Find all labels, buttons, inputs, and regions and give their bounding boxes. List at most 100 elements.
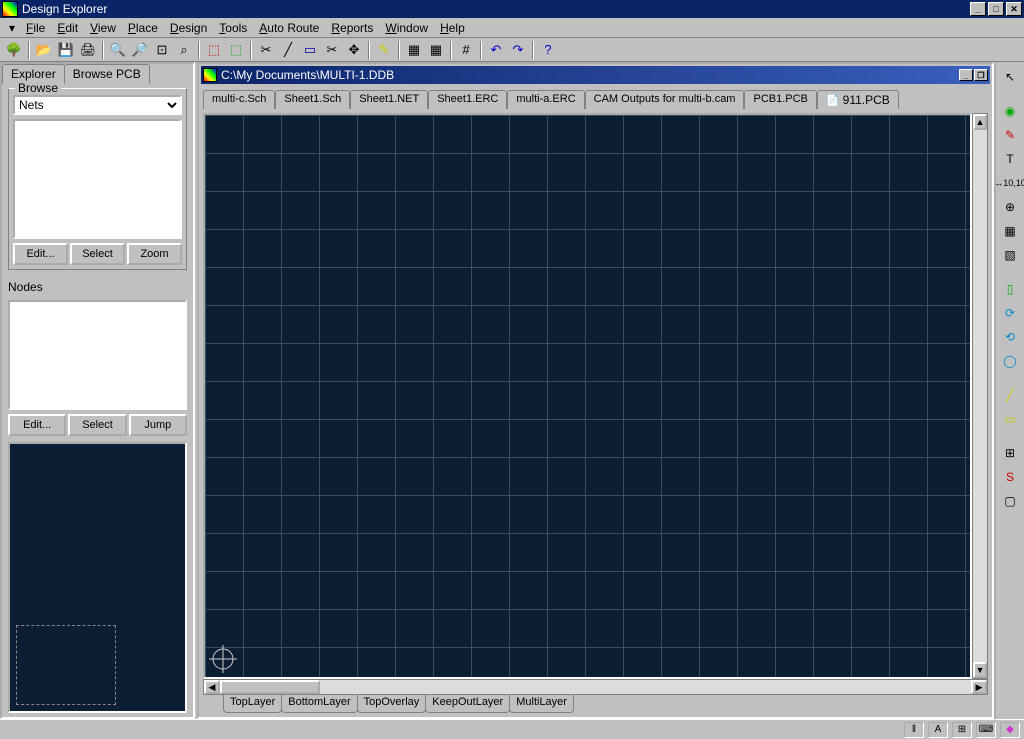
tab-sheet1-net[interactable]: Sheet1.NET [350,90,428,109]
redo-icon[interactable]: ↷ [508,40,528,60]
rect-tool-icon[interactable]: ▭ [998,408,1022,430]
via-tool-icon[interactable]: ◉ [998,100,1022,122]
cut2-icon[interactable]: ✂ [322,40,342,60]
status-cell-3[interactable]: ⊞ [952,722,972,738]
help-icon[interactable]: ? [538,40,558,60]
maximize-button[interactable]: □ [988,2,1004,16]
save-icon[interactable]: 💾 [56,40,76,60]
document-title: C:\My Documents\MULTI-1.DDB [221,68,958,82]
arc-ccw-tool-icon[interactable]: ⟲ [998,326,1022,348]
text-tool-icon[interactable]: T [998,148,1022,170]
menu-autoroute[interactable]: Auto Route [253,19,325,37]
zoom-select-icon[interactable]: ⌕ [174,40,194,60]
browse-list[interactable] [13,119,182,239]
tab-sheet1-erc[interactable]: Sheet1.ERC [428,90,507,109]
nodes-jump-button[interactable]: Jump [129,414,187,436]
menu-file[interactable]: File [20,19,51,37]
zoom-in-icon[interactable]: 🔍 [108,40,128,60]
rect-icon[interactable]: ▭ [300,40,320,60]
layers2-icon[interactable]: ▦ [426,40,446,60]
arc-cw-tool-icon[interactable]: ⟳ [998,302,1022,324]
minimize-button[interactable]: _ [970,2,986,16]
tab-sheet1-sch[interactable]: Sheet1.Sch [275,90,350,109]
pcb-canvas[interactable] [203,113,972,679]
move-icon[interactable]: ✥ [344,40,364,60]
status-cell-2[interactable]: A [928,722,948,738]
polygon-tool-icon[interactable]: ▦ [998,220,1022,242]
room-tool-icon[interactable]: ▢ [998,490,1022,512]
layers1-icon[interactable]: ▦ [404,40,424,60]
status-cell-5[interactable]: ◆ [1000,722,1020,738]
nodes-list[interactable] [8,300,187,410]
zoom-button[interactable]: Zoom [127,243,182,265]
scroll-right-icon[interactable]: ▶ [971,680,987,694]
close-button[interactable]: ✕ [1006,2,1022,16]
highlight-icon[interactable]: ✎ [374,40,394,60]
array-tool-icon[interactable]: ⊞ [998,442,1022,464]
menu-help[interactable]: Help [434,19,471,37]
menu-reports[interactable]: Reports [325,19,379,37]
tab-browse-pcb[interactable]: Browse PCB [64,64,150,84]
hscroll-thumb[interactable] [220,680,320,694]
layer-topoverlay[interactable]: TopOverlay [357,695,427,713]
deselect-icon[interactable]: ⬚ [226,40,246,60]
layer-top[interactable]: TopLayer [223,695,282,713]
document-titlebar: C:\My Documents\MULTI-1.DDB _ ❐ [201,66,990,84]
doc-restore-button[interactable]: ❐ [974,69,988,81]
fill-tool-icon[interactable]: ▧ [998,244,1022,266]
menu-design[interactable]: Design [164,19,213,37]
print-icon[interactable]: 🖨 [78,40,98,60]
status-cell-1[interactable]: ‖ [904,722,924,738]
nodes-select-button[interactable]: Select [68,414,126,436]
zoom-fit-icon[interactable]: ⊡ [152,40,172,60]
origin-marker [209,645,237,673]
select-button[interactable]: Select [70,243,125,265]
nodes-edit-button[interactable]: Edit... [8,414,66,436]
grid-icon[interactable]: # [456,40,476,60]
doc-minimize-button[interactable]: _ [959,69,973,81]
pad-tool-icon[interactable]: ⊕ [998,196,1022,218]
status-cell-4[interactable]: ⌨ [976,722,996,738]
scroll-up-icon[interactable]: ▲ [973,114,987,130]
tab-cam-outputs[interactable]: CAM Outputs for multi-b.cam [585,90,745,109]
select-icon[interactable]: ⬚ [204,40,224,60]
tab-911-pcb[interactable]: 📄 911.PCB [817,90,899,109]
browse-group-title: Browse [15,81,61,95]
layer-tabs: TopLayer BottomLayer TopOverlay KeepOutL… [203,695,988,713]
tree-icon[interactable]: 🌳 [4,40,24,60]
menubar: ▾ File Edit View Place Design Tools Auto… [0,18,1024,38]
line-icon[interactable]: ╱ [278,40,298,60]
menu-dropdown-icon[interactable]: ▾ [4,21,20,35]
cut-icon[interactable]: ✂ [256,40,276,60]
menu-place[interactable]: Place [122,19,164,37]
circle-tool-icon[interactable]: ◯ [998,350,1022,372]
browse-type-select[interactable]: Nets [13,95,182,115]
line-tool-icon[interactable]: ╱ [998,384,1022,406]
board-preview[interactable] [8,442,187,713]
layer-bottom[interactable]: BottomLayer [281,695,357,713]
status-bar: ‖ A ⊞ ⌨ ◆ [0,719,1024,739]
track-tool-icon[interactable]: ✎ [998,124,1022,146]
cursor-tool-icon[interactable]: ↖ [998,66,1022,88]
undo-icon[interactable]: ↶ [486,40,506,60]
tab-multi-c-sch[interactable]: multi-c.Sch [203,90,275,109]
scroll-down-icon[interactable]: ▼ [973,662,987,678]
scroll-left-icon[interactable]: ◀ [204,680,220,694]
left-panel: Explorer Browse PCB Browse Nets Edit... … [0,62,195,719]
tab-pcb1[interactable]: PCB1.PCB [744,90,816,109]
menu-edit[interactable]: Edit [51,19,84,37]
component-tool-icon[interactable]: ▯ [998,278,1022,300]
vertical-scrollbar[interactable]: ▲ ▼ [972,113,988,679]
menu-view[interactable]: View [84,19,122,37]
menu-tools[interactable]: Tools [213,19,253,37]
layer-multi[interactable]: MultiLayer [509,695,574,713]
horizontal-scrollbar[interactable]: ◀ ▶ [203,679,988,695]
layer-keepout[interactable]: KeepOutLayer [425,695,510,713]
open-icon[interactable]: 📂 [34,40,54,60]
zoom-out-icon[interactable]: 🔎 [130,40,150,60]
menu-window[interactable]: Window [379,19,434,37]
tab-multi-a-erc[interactable]: multi-a.ERC [507,90,584,109]
edit-button[interactable]: Edit... [13,243,68,265]
dimension-tool-icon[interactable]: ↔10,10 [998,172,1022,194]
string-tool-icon[interactable]: S [998,466,1022,488]
